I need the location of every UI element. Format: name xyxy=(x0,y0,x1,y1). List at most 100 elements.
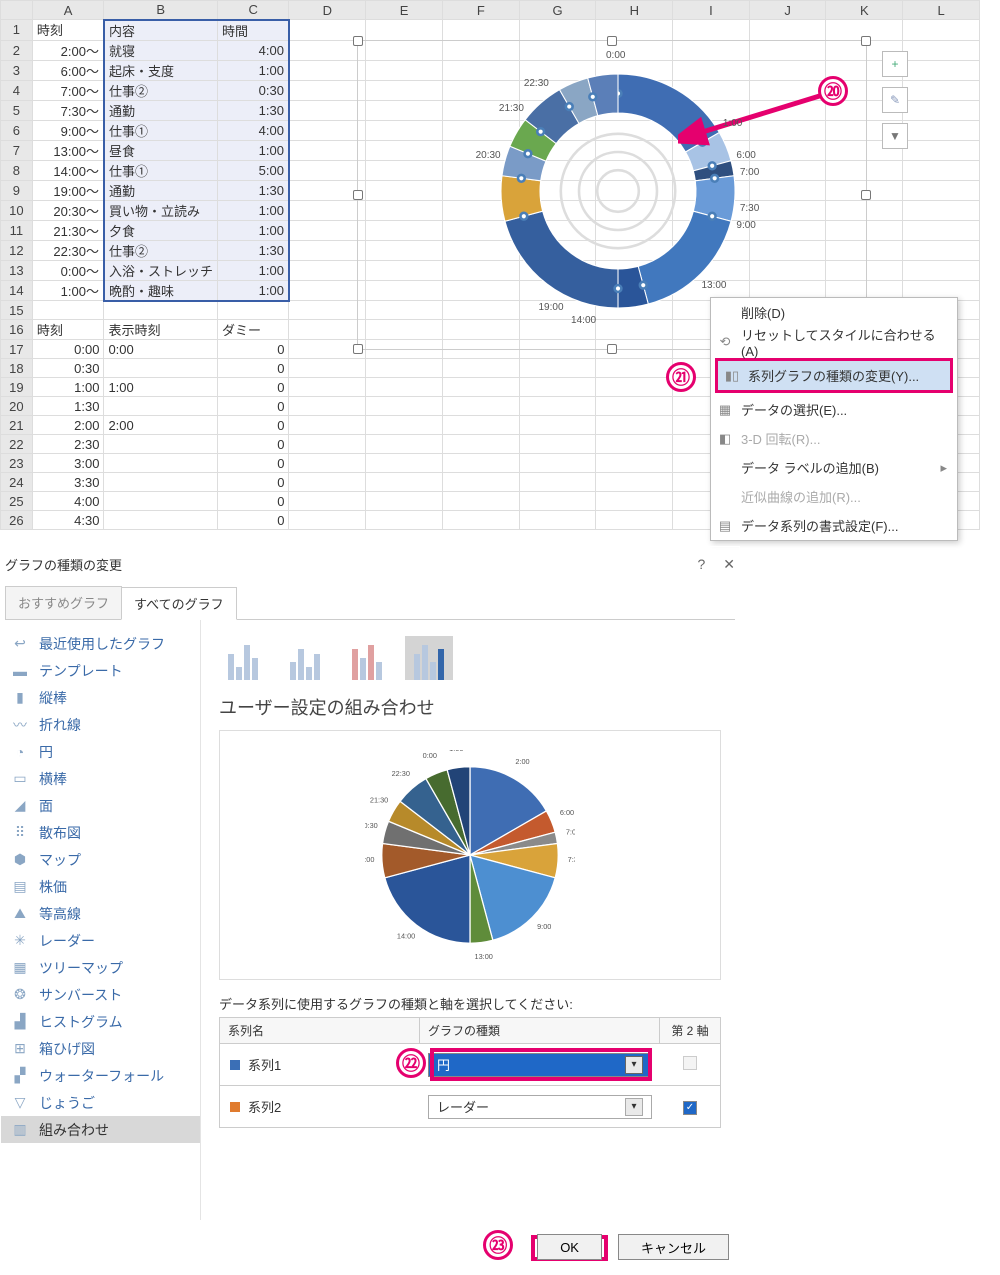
cell[interactable] xyxy=(104,435,218,454)
cell[interactable] xyxy=(289,280,366,301)
series2-type-select[interactable]: レーダー▾ xyxy=(428,1095,652,1119)
cell[interactable] xyxy=(442,454,519,473)
cell[interactable] xyxy=(749,20,826,41)
cell[interactable]: 1:00 xyxy=(217,280,288,301)
cell[interactable] xyxy=(366,359,443,378)
row-13[interactable]: 13 xyxy=(1,260,33,280)
cell[interactable]: 夕食 xyxy=(104,220,218,240)
cell[interactable]: 0 xyxy=(217,435,288,454)
col-C[interactable]: C xyxy=(217,1,288,20)
row-4[interactable]: 4 xyxy=(1,80,33,100)
cell[interactable] xyxy=(366,416,443,435)
cell[interactable]: 9:00～ xyxy=(32,120,104,140)
cell[interactable] xyxy=(104,473,218,492)
cell[interactable] xyxy=(289,320,366,340)
cell[interactable] xyxy=(903,160,980,180)
cell[interactable]: 0:30 xyxy=(217,80,288,100)
chart-type-5[interactable]: ▭横棒 xyxy=(1,765,200,792)
cell[interactable] xyxy=(903,80,980,100)
cell[interactable]: 1:00 xyxy=(217,260,288,280)
cell[interactable]: 1:00 xyxy=(217,60,288,80)
cell[interactable]: 7:00～ xyxy=(32,80,104,100)
row-10[interactable]: 10 xyxy=(1,200,33,220)
cell[interactable]: 0 xyxy=(217,454,288,473)
cell[interactable] xyxy=(289,454,366,473)
cell[interactable]: 就寝 xyxy=(104,40,218,60)
cell[interactable] xyxy=(104,511,218,530)
ctx-format-series[interactable]: ▤データ系列の書式設定(F)... xyxy=(711,511,957,540)
cell[interactable] xyxy=(289,220,366,240)
cell[interactable] xyxy=(366,511,443,530)
cell[interactable] xyxy=(519,511,596,530)
cell[interactable] xyxy=(673,20,750,41)
chart-type-0[interactable]: ↩最近使用したグラフ xyxy=(1,630,200,657)
cell[interactable] xyxy=(289,60,366,80)
cell[interactable] xyxy=(289,416,366,435)
row-19[interactable]: 19 xyxy=(1,378,33,397)
chart-type-3[interactable]: 〰折れ線 xyxy=(1,711,200,738)
cell[interactable] xyxy=(903,260,980,280)
combo-subtype-custom[interactable] xyxy=(405,636,453,680)
cell[interactable] xyxy=(903,240,980,260)
row-2[interactable]: 2 xyxy=(1,40,33,60)
cell[interactable] xyxy=(519,416,596,435)
cell[interactable]: 表示時刻 xyxy=(104,320,218,340)
cell[interactable]: 0 xyxy=(217,378,288,397)
chart-type-1[interactable]: ▬テンプレート xyxy=(1,657,200,684)
cell[interactable]: 内容 xyxy=(104,20,218,41)
cell[interactable] xyxy=(289,120,366,140)
cell[interactable] xyxy=(442,511,519,530)
cell[interactable]: 通勤 xyxy=(104,100,218,120)
cell[interactable]: 0 xyxy=(217,397,288,416)
cell[interactable] xyxy=(289,435,366,454)
cell[interactable] xyxy=(366,473,443,492)
cell[interactable] xyxy=(519,473,596,492)
chart-type-11[interactable]: ✳レーダー xyxy=(1,927,200,954)
cell[interactable]: 時間 xyxy=(217,20,288,41)
cell[interactable]: 20:30～ xyxy=(32,200,104,220)
chart-type-6[interactable]: ◢面 xyxy=(1,792,200,819)
ctx-reset[interactable]: ⟲リセットしてスタイルに合わせる(A) xyxy=(711,327,957,356)
row-18[interactable]: 18 xyxy=(1,359,33,378)
cell[interactable]: 19:00～ xyxy=(32,180,104,200)
row-14[interactable]: 14 xyxy=(1,280,33,301)
chart-plus-button[interactable]: + xyxy=(882,51,908,77)
cell[interactable] xyxy=(596,397,673,416)
row-7[interactable]: 7 xyxy=(1,140,33,160)
cell[interactable]: 仕事② xyxy=(104,240,218,260)
cell[interactable] xyxy=(104,492,218,511)
col-K[interactable]: K xyxy=(826,1,903,20)
cell[interactable] xyxy=(596,378,673,397)
cell[interactable] xyxy=(596,416,673,435)
col-D[interactable]: D xyxy=(289,1,366,20)
series1-type-select[interactable]: 円▾ xyxy=(428,1053,652,1077)
cell[interactable] xyxy=(289,160,366,180)
cell[interactable]: 2:00～ xyxy=(32,40,104,60)
cell[interactable] xyxy=(289,260,366,280)
col-F[interactable]: F xyxy=(442,1,519,20)
chart-type-2[interactable]: ▮縦棒 xyxy=(1,684,200,711)
cell[interactable]: 1:30 xyxy=(217,100,288,120)
cell[interactable]: 4:00 xyxy=(217,120,288,140)
cell[interactable] xyxy=(596,435,673,454)
chart-type-7[interactable]: ⠿散布図 xyxy=(1,819,200,846)
chart-type-15[interactable]: ⊞箱ひげ図 xyxy=(1,1035,200,1062)
col-G[interactable]: G xyxy=(519,1,596,20)
chart-type-10[interactable]: ⛰等高線 xyxy=(1,900,200,927)
chart-type-8[interactable]: ⬢マップ xyxy=(1,846,200,873)
row-25[interactable]: 25 xyxy=(1,492,33,511)
cell[interactable] xyxy=(596,511,673,530)
cell[interactable]: 13:00～ xyxy=(32,140,104,160)
cell[interactable] xyxy=(104,359,218,378)
cell[interactable]: 14:00～ xyxy=(32,160,104,180)
cell[interactable]: 0:30 xyxy=(32,359,104,378)
cell[interactable] xyxy=(289,240,366,260)
row-5[interactable]: 5 xyxy=(1,100,33,120)
cell[interactable]: 仕事① xyxy=(104,120,218,140)
cell[interactable] xyxy=(442,435,519,454)
cell[interactable] xyxy=(366,435,443,454)
cell[interactable]: 2:30 xyxy=(32,435,104,454)
cell[interactable] xyxy=(519,435,596,454)
series2-axis2-checkbox[interactable]: ✓ xyxy=(683,1101,697,1115)
cell[interactable]: 晩酌・趣味 xyxy=(104,280,218,301)
